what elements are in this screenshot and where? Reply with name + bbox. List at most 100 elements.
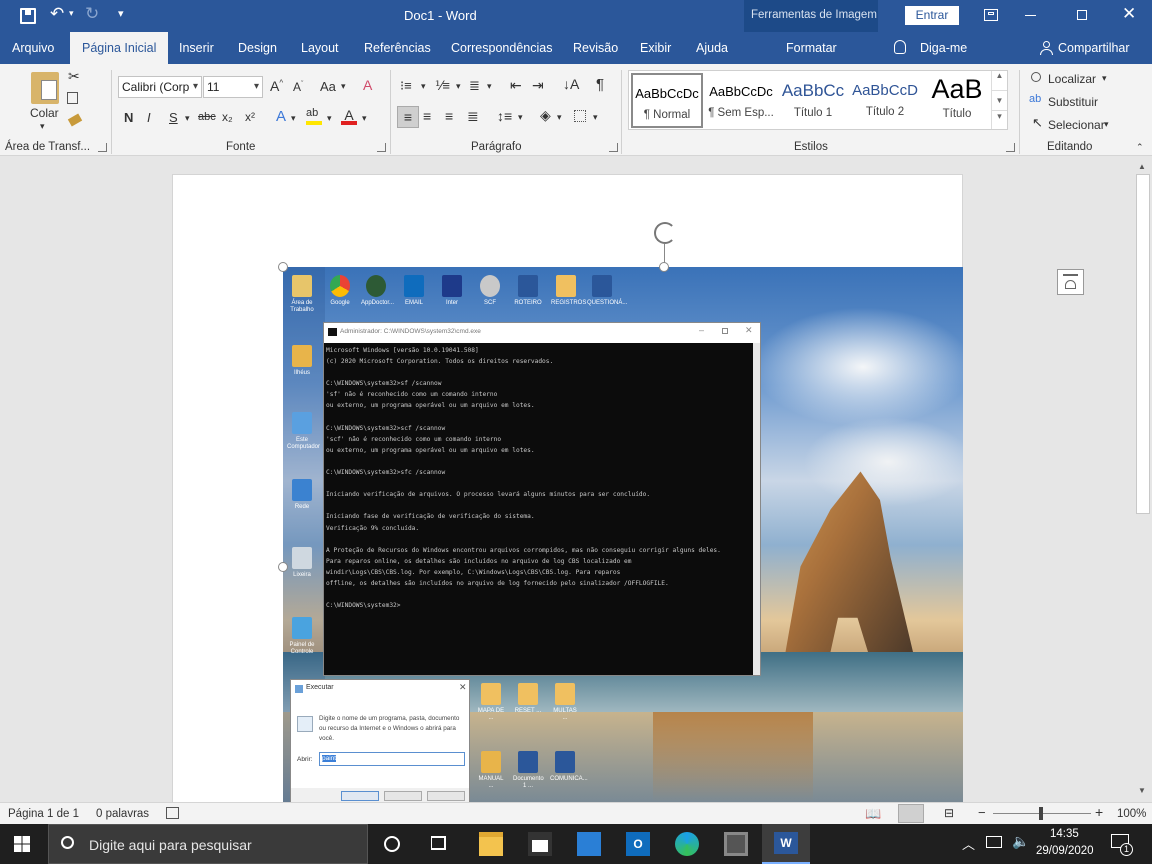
save-icon[interactable]	[20, 8, 36, 24]
tab-correspondencias[interactable]: Correspondências	[451, 32, 552, 64]
tab-arquivo[interactable]: Arquivo	[12, 32, 54, 64]
copy-icon[interactable]	[67, 92, 78, 104]
collapse-ribbon-icon[interactable]: ⌃	[1136, 142, 1144, 153]
line-spacing-dropdown-icon[interactable]: ▾	[518, 112, 523, 123]
text-effects-dropdown-icon[interactable]: ▾	[291, 113, 296, 124]
select-button[interactable]: Selecionar	[1048, 118, 1105, 132]
tab-exibir[interactable]: Exibir	[640, 32, 671, 64]
underline-dropdown-icon[interactable]: ▾	[185, 113, 190, 124]
sort-icon[interactable]: ↓A	[563, 76, 579, 92]
zoom-level[interactable]: 100%	[1117, 808, 1146, 820]
bold-button[interactable]: N	[124, 110, 133, 125]
tab-ajuda[interactable]: Ajuda	[696, 32, 728, 64]
calculator-icon[interactable]	[724, 832, 748, 856]
style-normal[interactable]: AaBbCcDc ¶ Normal	[631, 73, 703, 128]
embedded-screenshot-image[interactable]: Área de Trabalho Google AppDoctor... EMA…	[283, 267, 963, 802]
tell-me-box[interactable]: Diga-me	[920, 32, 967, 64]
tab-pagina-inicial[interactable]: Página Inicial	[70, 32, 169, 64]
ribbon-display-options-icon[interactable]	[984, 9, 998, 21]
restore-button[interactable]	[1077, 10, 1087, 20]
share-button[interactable]: Compartilhar	[1058, 32, 1130, 64]
scroll-thumb[interactable]	[1136, 174, 1150, 514]
page-count[interactable]: Página 1 de 1	[8, 808, 79, 820]
tab-revisao[interactable]: Revisão	[573, 32, 618, 64]
redo-icon[interactable]: ↻	[85, 4, 99, 24]
styles-scroll-down[interactable]: ▼	[991, 90, 1007, 110]
show-formatting-button[interactable]: ¶	[596, 76, 604, 93]
text-effects-icon[interactable]: A	[276, 108, 286, 125]
font-size-dropdown[interactable]: 11	[203, 76, 263, 98]
italic-button[interactable]: I	[147, 110, 151, 125]
style-heading-2[interactable]: AaBbCcD Título 2	[849, 73, 921, 128]
align-center-button[interactable]: ≡	[423, 108, 431, 124]
zoom-out-button[interactable]: −	[978, 805, 986, 820]
style-heading-1[interactable]: AaBbCc Título 1	[777, 73, 849, 128]
find-button[interactable]: Localizar	[1048, 72, 1096, 86]
print-layout-icon[interactable]	[898, 804, 924, 823]
multilevel-dropdown-icon[interactable]: ▾	[487, 81, 492, 92]
shrink-font-icon[interactable]: Aˇ	[293, 80, 303, 94]
align-right-button[interactable]: ≡	[445, 108, 453, 124]
shading-dropdown-icon[interactable]: ▾	[557, 112, 562, 123]
word-count[interactable]: 0 palavras	[96, 808, 149, 820]
font-name-dropdown[interactable]: Calibri (Corp	[118, 76, 202, 98]
subscript-button[interactable]: x₂	[222, 110, 233, 124]
zoom-slider-thumb[interactable]	[1039, 807, 1043, 820]
undo-icon[interactable]: ↶	[50, 4, 64, 24]
find-dropdown-icon[interactable]: ▾	[1102, 73, 1107, 84]
format-painter-icon[interactable]	[67, 113, 83, 127]
microsoft-store-icon[interactable]	[528, 832, 552, 856]
windows-start-icon[interactable]	[14, 836, 30, 852]
tab-layout[interactable]: Layout	[301, 32, 339, 64]
zoom-in-button[interactable]: +	[1095, 804, 1103, 820]
word-taskbar-button[interactable]: W	[762, 824, 810, 864]
style-title[interactable]: AaB Título	[921, 73, 993, 128]
select-dropdown-icon[interactable]: ▾	[1104, 119, 1109, 130]
multilevel-list-icon[interactable]: ≣	[469, 78, 480, 94]
change-case-dropdown-icon[interactable]: ▾	[341, 81, 346, 92]
close-button[interactable]: ✕	[1122, 4, 1136, 24]
line-spacing-icon[interactable]: ↕≡	[497, 108, 512, 124]
clear-formatting-icon[interactable]: A	[363, 77, 372, 93]
bullets-dropdown-icon[interactable]: ▾	[421, 81, 426, 92]
borders-icon[interactable]	[574, 110, 586, 122]
paste-dropdown-icon[interactable]: ▾	[40, 121, 45, 132]
justify-button[interactable]: ≣	[467, 108, 479, 125]
tab-inserir[interactable]: Inserir	[179, 32, 214, 64]
rotate-handle-icon[interactable]	[654, 222, 676, 244]
minimize-button[interactable]	[1025, 15, 1036, 16]
bullets-icon[interactable]: ⁝≡	[400, 78, 412, 94]
layout-options-icon[interactable]	[1057, 269, 1084, 295]
tab-formatar[interactable]: Formatar	[786, 32, 837, 64]
font-color-icon[interactable]: A	[341, 107, 357, 125]
network-icon[interactable]	[986, 836, 1002, 848]
edge-icon[interactable]	[675, 832, 699, 856]
borders-dropdown-icon[interactable]: ▾	[593, 112, 598, 123]
customize-qat-icon[interactable]: ▾	[118, 7, 124, 20]
paragraph-launcher-icon[interactable]	[609, 143, 618, 152]
underline-button[interactable]: S	[169, 110, 178, 125]
clipboard-launcher-icon[interactable]	[98, 143, 107, 152]
volume-icon[interactable]: 🔈	[1012, 833, 1029, 850]
undo-dropdown-icon[interactable]: ▾	[69, 8, 74, 19]
numbering-dropdown-icon[interactable]: ▾	[456, 81, 461, 92]
outlook-icon[interactable]: O	[626, 832, 650, 856]
read-mode-icon[interactable]: 📖	[865, 806, 881, 822]
web-layout-icon[interactable]: ⊟	[944, 806, 954, 820]
font-color-dropdown-icon[interactable]: ▾	[362, 113, 367, 124]
style-no-spacing[interactable]: AaBbCcDc ¶ Sem Esp...	[705, 73, 777, 128]
file-explorer-icon[interactable]	[479, 832, 503, 856]
scroll-up-arrow[interactable]: ▲	[1138, 162, 1146, 171]
signin-button[interactable]: Entrar	[905, 6, 959, 25]
clock-time[interactable]: 14:35	[1050, 828, 1079, 840]
superscript-button[interactable]: x²	[245, 110, 255, 124]
font-launcher-icon[interactable]	[377, 143, 386, 152]
replace-button[interactable]: Substituir	[1048, 95, 1098, 109]
decrease-indent-icon[interactable]: ⇤	[510, 77, 522, 94]
proofing-icon[interactable]	[166, 807, 179, 819]
taskbar-search-box[interactable]: Digite aqui para pesquisar	[48, 824, 368, 864]
resize-handle-top-left[interactable]	[278, 262, 288, 272]
highlight-icon[interactable]: ab	[306, 107, 322, 125]
paste-button[interactable]: Colar	[30, 106, 59, 120]
show-hidden-icons[interactable]: ︿	[962, 834, 975, 853]
